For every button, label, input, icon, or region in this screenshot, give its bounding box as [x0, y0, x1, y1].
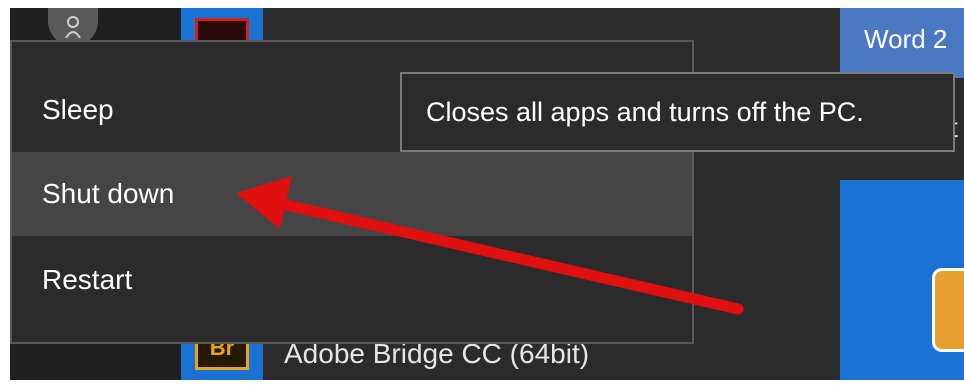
- red-arrow-annotation: [236, 176, 744, 315]
- screenshot: Br Adobe Bridge CC (64bit) Word 2 t Slee…: [0, 0, 964, 385]
